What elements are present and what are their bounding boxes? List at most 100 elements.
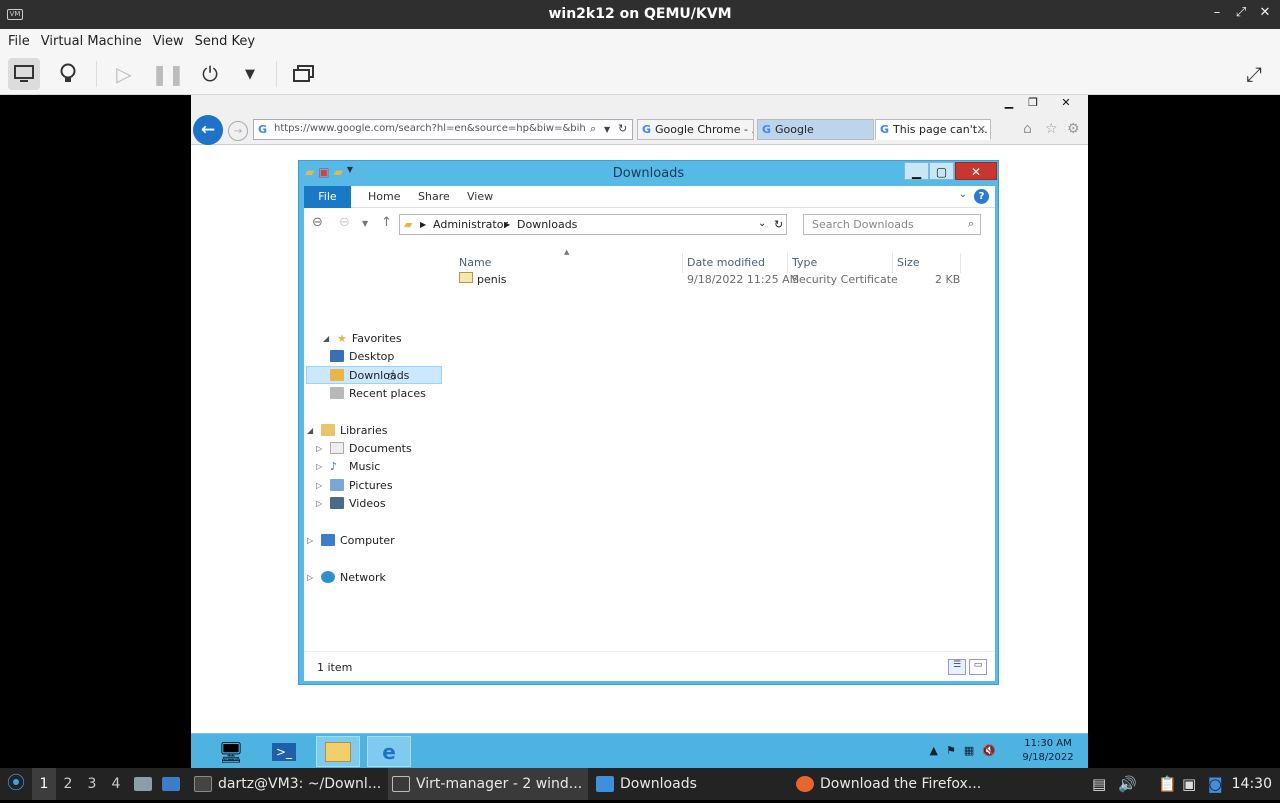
home-icon[interactable]: ⌂ bbox=[1023, 121, 1032, 137]
collapsed-triangle-icon[interactable]: ▷ bbox=[316, 444, 322, 453]
forward-arrow-icon[interactable]: ⊖ bbox=[339, 215, 350, 230]
explorer-close-icon[interactable]: ✕ bbox=[955, 162, 997, 180]
workspace-4[interactable]: 4 bbox=[104, 768, 128, 800]
guest-screen[interactable]: ▁ ❐ ✕ ← → G https://www.google.com/searc… bbox=[191, 95, 1088, 768]
update-notifier-icon[interactable]: ◙ bbox=[1208, 775, 1223, 793]
breadcrumb-administrator[interactable]: Administrator bbox=[433, 218, 508, 231]
nav-libraries[interactable]: ◢ Libraries bbox=[307, 421, 388, 439]
file-manager-launcher-icon[interactable] bbox=[134, 768, 154, 800]
workspace-3[interactable]: 3 bbox=[80, 768, 104, 800]
minimize-icon[interactable]: – bbox=[1210, 5, 1224, 20]
close-icon[interactable]: ✕ bbox=[1258, 5, 1272, 20]
fullscreen-icon[interactable]: ⤢ bbox=[1238, 58, 1270, 90]
explorer-minimize-icon[interactable]: ▁ bbox=[904, 162, 929, 180]
action-center-flag-icon[interactable]: ⚑ bbox=[946, 744, 956, 757]
details-lightbulb-icon[interactable] bbox=[52, 58, 84, 90]
nav-videos[interactable]: ▷ Videos bbox=[316, 494, 386, 512]
up-arrow-icon[interactable]: ↑ bbox=[381, 215, 392, 230]
expanded-triangle-icon[interactable]: ◢ bbox=[307, 426, 313, 435]
guest-clock[interactable]: 11:30 AM 9/18/2022 bbox=[1016, 737, 1080, 765]
ie-forward-icon[interactable]: → bbox=[228, 121, 248, 141]
column-size[interactable]: Size bbox=[893, 253, 961, 273]
menu-virtual-machine[interactable]: Virtual Machine bbox=[41, 34, 153, 49]
console-view-icon[interactable] bbox=[8, 58, 40, 90]
nav-desktop[interactable]: Desktop bbox=[330, 347, 394, 365]
collapsed-triangle-icon[interactable]: ▷ bbox=[316, 499, 322, 508]
menu-file[interactable]: File bbox=[8, 34, 41, 49]
ie-restore-icon[interactable]: ❐ bbox=[1021, 95, 1045, 111]
run-icon[interactable]: ▷ bbox=[108, 58, 140, 90]
collapsed-triangle-icon[interactable]: ▷ bbox=[307, 573, 313, 582]
nav-recent-places[interactable]: Recent places bbox=[330, 384, 426, 402]
menu-view[interactable]: View bbox=[153, 34, 195, 49]
maximize-icon[interactable]: ⤢ bbox=[1234, 5, 1248, 20]
show-desktop-icon[interactable] bbox=[162, 768, 182, 800]
search-downloads-input[interactable]: Search Downloads ⌕ bbox=[803, 214, 981, 235]
start-menu-icon[interactable]: ⦿ bbox=[4, 768, 28, 800]
task-terminal[interactable]: dartz@VM3: ~/Downl... bbox=[190, 768, 385, 800]
internet-explorer-icon[interactable]: e bbox=[367, 736, 411, 767]
refresh-icon[interactable]: ↻ bbox=[774, 218, 783, 231]
ie-back-icon[interactable]: ← bbox=[193, 115, 223, 145]
power-menu-chevron-icon[interactable]: ▼ bbox=[234, 58, 266, 90]
volume-muted-icon[interactable]: 🔇 bbox=[982, 744, 996, 757]
nav-music[interactable]: ▷ ♪ Music bbox=[316, 457, 380, 475]
volume-icon[interactable]: 🔊 bbox=[1118, 775, 1137, 793]
ribbon-tab-share[interactable]: Share bbox=[406, 186, 462, 208]
favorites-star-icon[interactable]: ☆ bbox=[1045, 121, 1058, 137]
file-explorer-taskbar-icon[interactable] bbox=[316, 736, 360, 767]
ie-tab-chrome[interactable]: G Google Chrome - ... bbox=[637, 119, 754, 140]
show-hidden-icons-icon[interactable]: ▲ bbox=[930, 744, 938, 757]
recent-locations-icon[interactable]: ▼ bbox=[362, 219, 368, 228]
task-virt-manager[interactable]: Virt-manager - 2 wind... bbox=[388, 768, 588, 800]
battery-icon[interactable]: ▤ bbox=[1092, 775, 1106, 793]
ie-tab-google[interactable]: G Google bbox=[757, 119, 874, 140]
column-date-modified[interactable]: Date modified bbox=[683, 253, 788, 273]
display-icon[interactable]: ▣ bbox=[1182, 775, 1196, 793]
expanded-triangle-icon[interactable]: ◢ bbox=[323, 334, 329, 343]
column-name[interactable]: Name bbox=[455, 253, 683, 273]
details-view-icon[interactable]: ☰ bbox=[948, 659, 966, 675]
ie-address-bar[interactable]: G https://www.google.com/search?hl=en&so… bbox=[253, 119, 633, 140]
collapsed-triangle-icon[interactable]: ▷ bbox=[316, 481, 322, 490]
workspace-2[interactable]: 2 bbox=[56, 768, 80, 800]
host-clock[interactable]: 14:30 bbox=[1232, 768, 1272, 800]
server-manager-icon[interactable]: 🖥 bbox=[209, 736, 253, 767]
breadcrumb-downloads[interactable]: Downloads bbox=[517, 218, 577, 231]
breadcrumb[interactable]: ▰ ▶ Administrator ▶ Downloads ⌄ ↻ bbox=[399, 214, 787, 235]
clipboard-icon[interactable]: 📋 bbox=[1158, 775, 1177, 793]
task-firefox[interactable]: Download the Firefox... bbox=[792, 768, 992, 800]
ie-close-icon[interactable]: ✕ bbox=[1049, 95, 1083, 111]
nav-pictures[interactable]: ▷ Pictures bbox=[316, 476, 393, 494]
powershell-icon[interactable]: >_ bbox=[262, 736, 306, 767]
collapsed-triangle-icon[interactable]: ▷ bbox=[316, 462, 322, 471]
nav-computer[interactable]: ▷ Computer bbox=[307, 531, 395, 549]
nav-network[interactable]: ▷ Network bbox=[307, 568, 386, 586]
ribbon-tab-file[interactable]: File bbox=[304, 186, 351, 208]
nav-downloads[interactable]: Downloads bbox=[330, 366, 409, 384]
tab-close-icon[interactable]: ✕ bbox=[977, 123, 986, 136]
ribbon-tab-view[interactable]: View bbox=[455, 186, 505, 208]
power-icon[interactable]: ⏻ bbox=[194, 58, 226, 90]
back-arrow-icon[interactable]: ⊖ bbox=[312, 215, 323, 230]
explorer-maximize-icon[interactable]: ▢ bbox=[929, 162, 954, 180]
address-dropdown-icon[interactable]: ⌄ bbox=[758, 218, 766, 229]
nav-favorites[interactable]: ◢ ★ Favorites bbox=[323, 329, 402, 347]
dropdown-icon[interactable]: ▼ bbox=[604, 125, 610, 134]
help-icon[interactable]: ? bbox=[974, 189, 989, 204]
ribbon-tab-home[interactable]: Home bbox=[356, 186, 412, 208]
settings-gear-icon[interactable]: ⚙ bbox=[1067, 121, 1080, 137]
pause-icon[interactable]: ❚❚ bbox=[151, 58, 185, 90]
workspace-1[interactable]: 1 bbox=[32, 768, 56, 800]
ribbon-expand-chevron-icon[interactable]: ⌄ bbox=[959, 189, 967, 200]
large-icons-view-icon[interactable]: ▭ bbox=[969, 659, 987, 675]
column-type[interactable]: Type bbox=[788, 253, 893, 273]
search-icon[interactable]: ⌕ bbox=[590, 122, 596, 136]
snapshots-icon[interactable] bbox=[288, 58, 320, 90]
ie-tab-error-page[interactable]: G This page can't... ✕ bbox=[875, 119, 991, 140]
menu-send-key[interactable]: Send Key bbox=[195, 34, 266, 49]
collapsed-triangle-icon[interactable]: ▷ bbox=[307, 536, 313, 545]
refresh-icon[interactable]: ↻ bbox=[618, 122, 627, 135]
task-downloads[interactable]: Downloads bbox=[592, 768, 787, 800]
ie-minimize-icon[interactable]: ▁ bbox=[997, 95, 1021, 111]
